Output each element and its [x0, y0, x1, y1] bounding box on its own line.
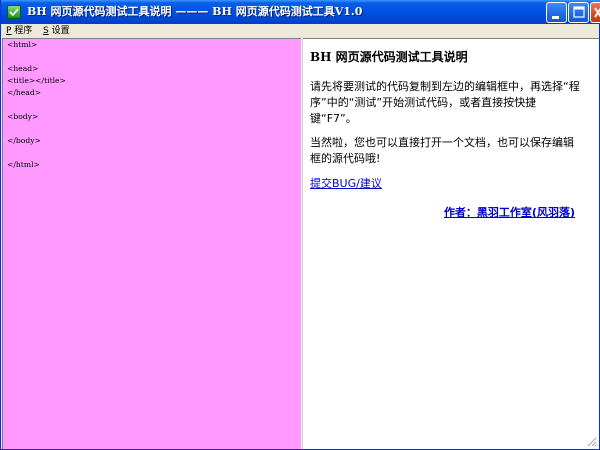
app-icon[interactable]: [7, 5, 21, 19]
window-title: BH 网页源代码测试工具说明 ——— BH 网页源代码测试工具V1.0: [27, 5, 363, 18]
menu-bar: P 程序 S 设置: [2, 24, 599, 38]
code-line: </head>: [7, 88, 42, 97]
author-link[interactable]: 作者：黑羽工作室(风羽落): [444, 205, 575, 221]
code-line: </body>: [7, 136, 41, 145]
maximize-icon: [573, 6, 585, 18]
resize-grip-icon[interactable]: [585, 435, 597, 447]
help-instructions: 请先将要测试的代码复制到左边的编辑框中，再选择“程序”中的“测试”开始测试代码，…: [310, 80, 580, 125]
code-line: <title></title>: [7, 76, 66, 85]
menu-settings[interactable]: S 设置: [43, 24, 70, 38]
code-line: </html>: [7, 160, 40, 169]
code-line: <head>: [7, 64, 39, 73]
code-line: <body>: [7, 112, 39, 121]
app-window: BH 网页源代码测试工具说明 ——— BH 网页源代码测试工具V1.0 P 程序…: [0, 0, 600, 450]
minimize-icon: [552, 16, 559, 19]
menu-program[interactable]: P 程序: [6, 24, 32, 38]
help-pane: BH 网页源代码测试工具说明 请先将要测试的代码复制到左边的编辑框中，再选择“程…: [303, 38, 599, 449]
minimize-button[interactable]: [546, 2, 567, 23]
code-editor[interactable]: <html> <head> <title></title> </head> <b…: [2, 38, 301, 449]
code-line: <html>: [7, 40, 38, 49]
feedback-link[interactable]: 提交BUG/建议: [310, 176, 382, 192]
close-button[interactable]: [590, 2, 600, 23]
maximize-button[interactable]: [568, 2, 589, 23]
help-title: BH 网页源代码测试工具说明: [310, 50, 468, 64]
close-icon: [594, 7, 600, 18]
menu-program-label: 程序: [11, 26, 33, 36]
help-note: 当然啦，您也可以直接打开一个文档，也可以保存编辑框的源代码哦!: [310, 136, 574, 165]
menu-settings-label: 设置: [48, 26, 70, 36]
title-bar[interactable]: BH 网页源代码测试工具说明 ——— BH 网页源代码测试工具V1.0: [1, 0, 600, 24]
